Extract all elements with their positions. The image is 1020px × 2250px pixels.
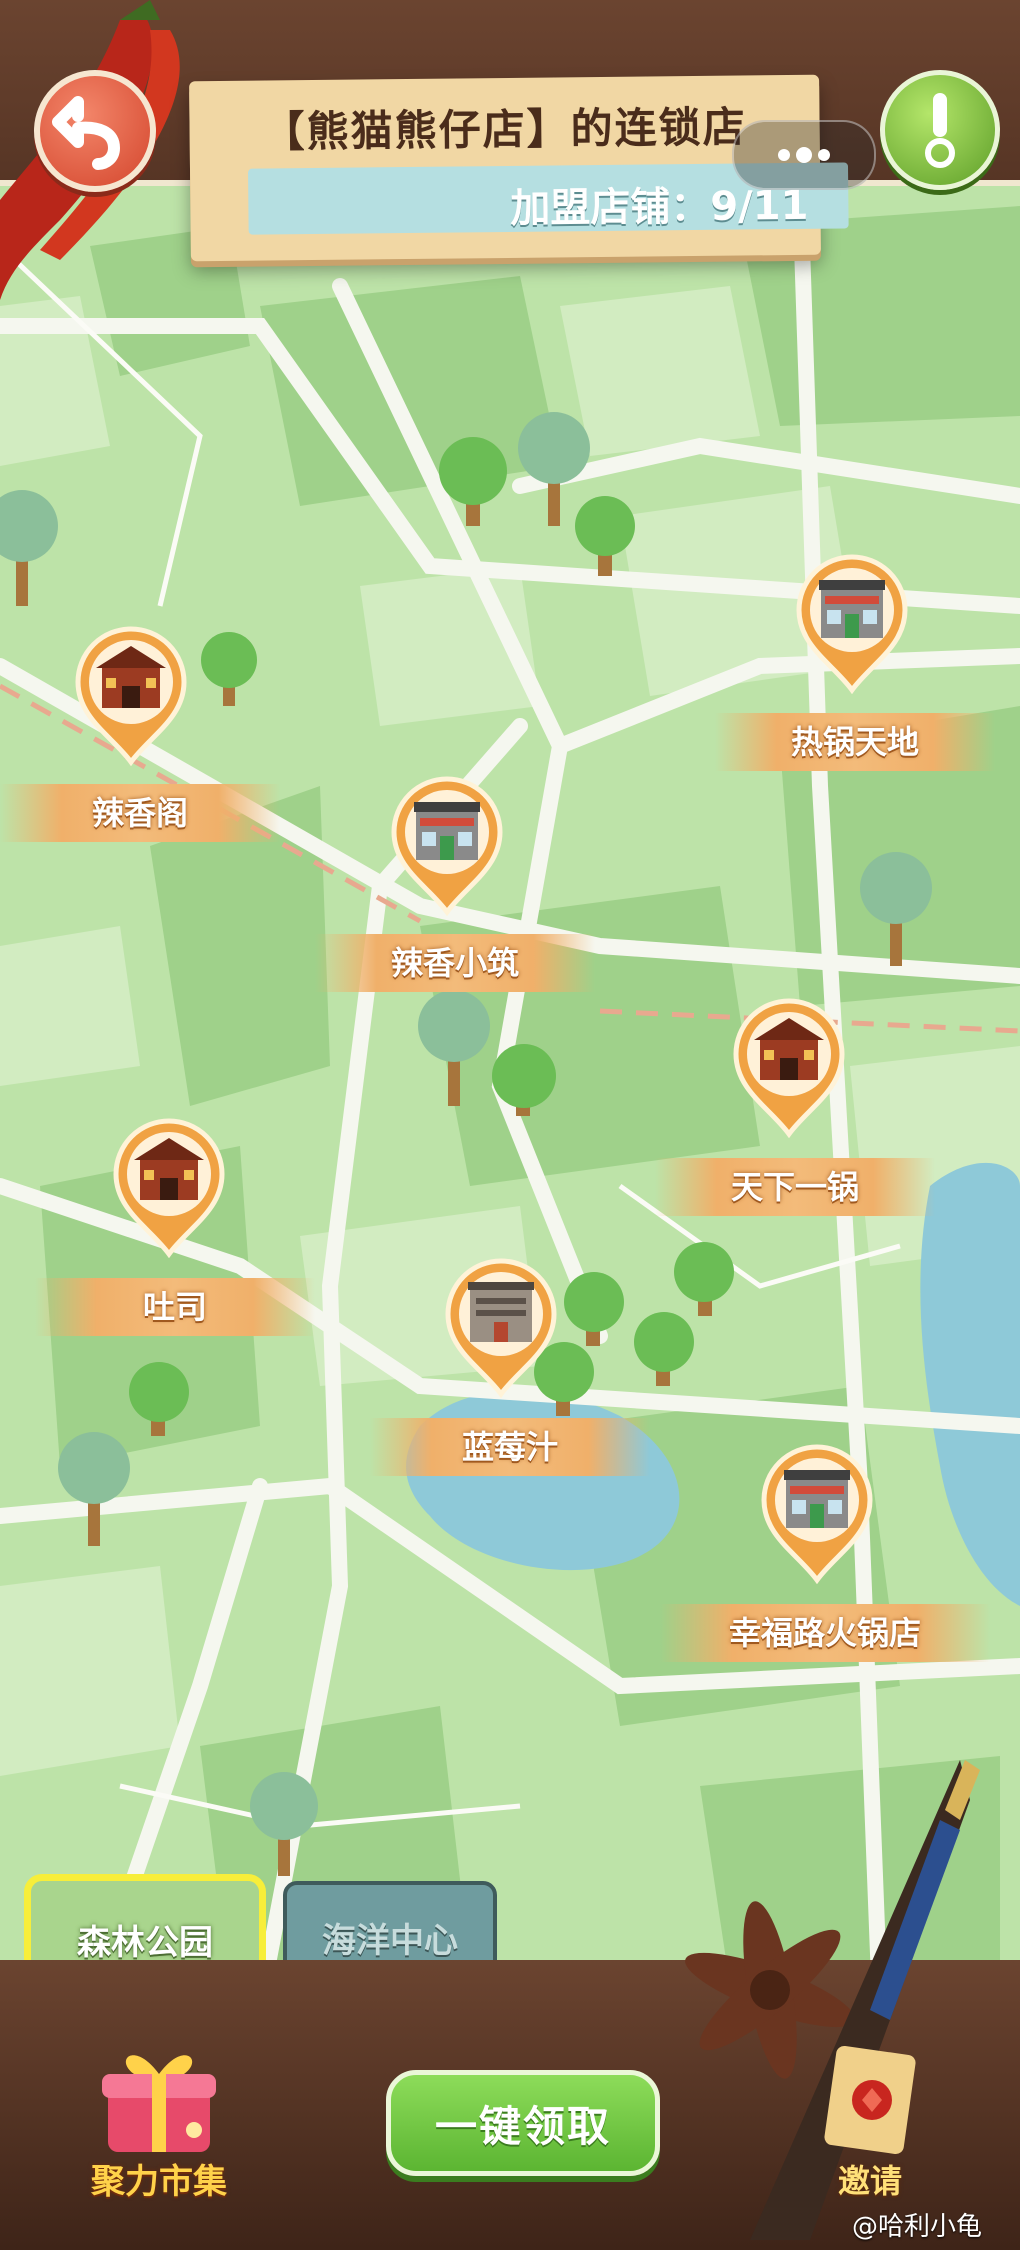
- claim-all-label: 一键领取: [434, 2102, 611, 2151]
- market-label: 聚力市集: [91, 2162, 227, 2202]
- map-pin-icon: [796, 554, 908, 694]
- store-pin-txyg[interactable]: [730, 998, 848, 1138]
- map-pin-icon: [391, 776, 503, 916]
- store-label: 热锅天地: [715, 713, 995, 771]
- info-button[interactable]: [880, 70, 1000, 190]
- tab-label: 海洋中心: [322, 1921, 458, 1961]
- page-title: 【熊猫熊仔店】的连锁店: [262, 102, 747, 157]
- store-label: 蓝莓汁: [370, 1418, 650, 1476]
- chain-store-header: 【熊猫熊仔店】的连锁店 加盟店铺：9/11: [189, 74, 849, 262]
- map-pin-icon: [75, 626, 187, 766]
- store-label: 幸福路火锅店: [660, 1604, 990, 1662]
- exclamation-icon: [925, 93, 955, 168]
- store-label: 辣香小筑: [315, 934, 595, 992]
- store-pin-rgtd[interactable]: [793, 554, 911, 694]
- store-pin-lxg[interactable]: [72, 626, 190, 766]
- map-pin-icon: [733, 998, 845, 1138]
- store-pin-lmz[interactable]: [442, 1258, 560, 1398]
- watermark: @哈利小龟: [852, 2212, 983, 2242]
- market-button[interactable]: 聚力市集: [84, 2040, 234, 2220]
- map-pin-icon: [113, 1118, 225, 1258]
- store-label: 吐司: [35, 1278, 315, 1336]
- gift-box-icon: [102, 2055, 216, 2152]
- store-pin-xflhgd[interactable]: [758, 1444, 876, 1584]
- city-map[interactable]: 辣香阁 热锅天地 辣香小筑 天下一锅 吐司 蓝莓汁 幸福路火锅店 森林公园 海洋…: [0, 180, 1020, 2016]
- undo-arrow-icon: [52, 96, 120, 170]
- store-label: 天下一锅: [655, 1158, 935, 1216]
- store-pin-ts[interactable]: [110, 1118, 228, 1258]
- tab-label: 森林公园: [77, 1923, 213, 1963]
- store-label: 辣香阁: [0, 784, 280, 842]
- mini-program-menu-button[interactable]: [732, 120, 876, 190]
- invite-button[interactable]: 邀请: [810, 2040, 930, 2220]
- back-button[interactable]: [34, 70, 156, 192]
- map-pin-icon: [445, 1258, 557, 1398]
- map-pin-icon: [761, 1444, 873, 1584]
- more-dots-icon: [778, 147, 830, 163]
- store-pin-lxxz[interactable]: [388, 776, 506, 916]
- envelope-seal-icon: [824, 2045, 916, 2155]
- invite-label: 邀请: [837, 2162, 902, 2200]
- claim-all-button[interactable]: 一键领取: [386, 2070, 660, 2176]
